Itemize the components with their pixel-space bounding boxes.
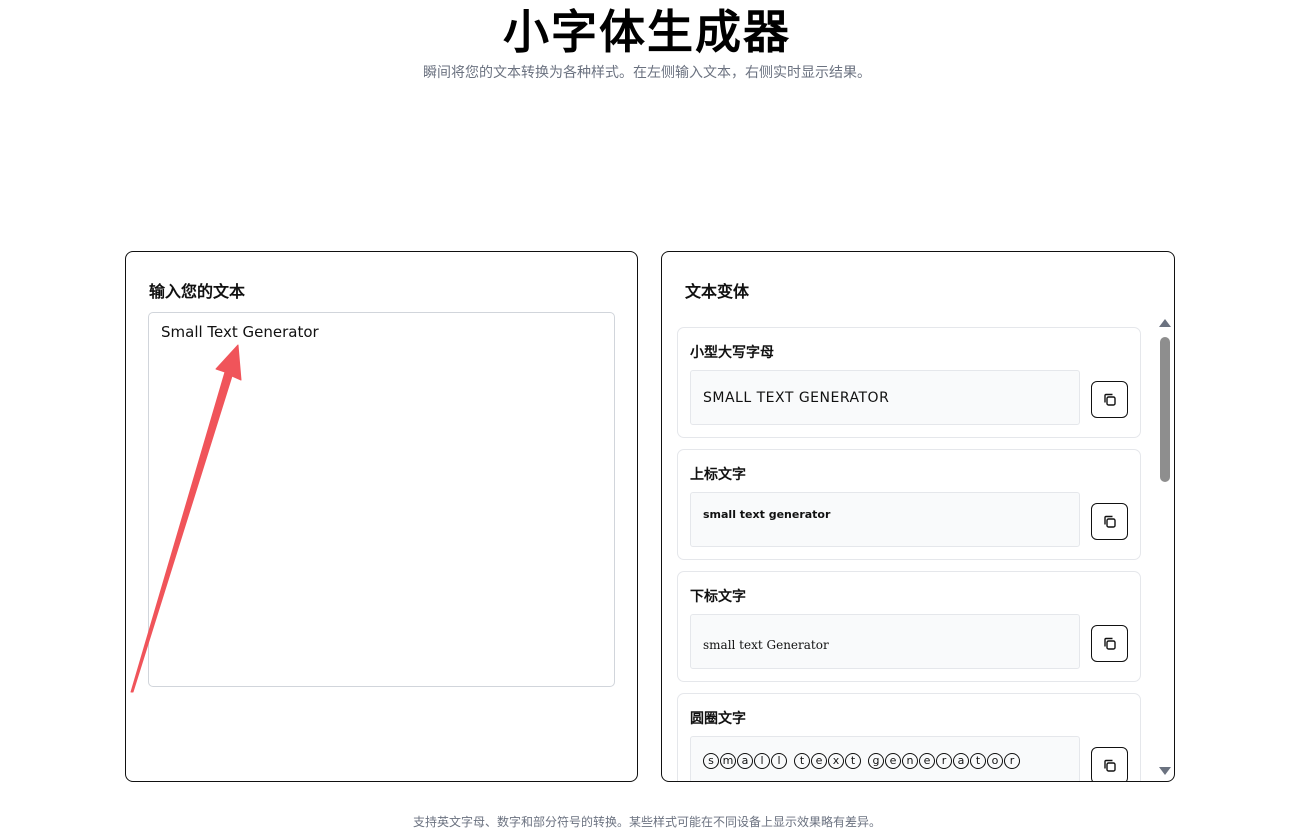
scroll-thumb[interactable]	[1160, 337, 1170, 482]
scroll-up-arrow-icon[interactable]	[1159, 319, 1171, 327]
circled-glyph: o	[987, 753, 1003, 769]
copy-button[interactable]	[1091, 747, 1128, 781]
input-panel: 输入您的文本	[125, 251, 638, 782]
copy-icon	[1103, 637, 1116, 650]
circled-glyph: e	[919, 753, 935, 769]
variants-scrollbar[interactable]	[1157, 317, 1173, 781]
variant-label: 下标文字	[690, 589, 746, 605]
copy-icon	[1103, 515, 1116, 528]
footer-note: 支持英文字母、数字和部分符号的转换。某些样式可能在不同设备上显示效果略有差异。	[412, 815, 881, 829]
variant-label: 圆圈文字	[690, 711, 746, 727]
variant-label: 上标文字	[690, 467, 746, 483]
circled-glyph: n	[902, 753, 918, 769]
circled-glyph: a	[953, 753, 969, 769]
variant-output: small text generator	[690, 492, 1080, 547]
page-title: 小字体生成器	[503, 5, 791, 59]
circled-glyph: e	[885, 753, 901, 769]
circled-glyph: m	[720, 753, 736, 769]
copy-button[interactable]	[1091, 381, 1128, 418]
variant-card-subscript: 下标文字 small text Generator	[677, 571, 1141, 682]
scroll-down-arrow-icon[interactable]	[1159, 767, 1171, 775]
page-subtitle: 瞬间将您的文本转换为各种样式。在左侧输入文本，右侧实时显示结果。	[423, 65, 871, 81]
circled-glyph: e	[811, 753, 827, 769]
input-panel-heading: 输入您的文本	[149, 282, 246, 301]
variant-output: SMALL TEXT GENERATOR	[690, 370, 1080, 425]
circled-glyph: g	[868, 753, 884, 769]
variant-card-superscript: 上标文字 small text generator	[677, 449, 1141, 560]
circled-glyph: t	[845, 753, 861, 769]
circled-glyph: s	[703, 753, 719, 769]
circled-glyph: a	[737, 753, 753, 769]
circled-glyph: r	[1004, 753, 1020, 769]
variant-card-circled: 圆圈文字 smalltextgenerator	[677, 693, 1141, 781]
circled-glyph: t	[970, 753, 986, 769]
copy-button[interactable]	[1091, 503, 1128, 540]
copy-button[interactable]	[1091, 625, 1128, 662]
variant-card-small-caps: 小型大写字母 SMALL TEXT GENERATOR	[677, 327, 1141, 438]
text-input[interactable]	[148, 312, 615, 687]
circled-glyph: t	[794, 753, 810, 769]
variants-panel: 文本变体 小型大写字母 SMALL TEXT GENERATOR 上标文字 sm…	[661, 251, 1175, 782]
copy-icon	[1103, 393, 1116, 406]
variant-label: 小型大写字母	[690, 345, 774, 361]
variant-output: smalltextgenerator	[690, 736, 1080, 781]
copy-icon	[1103, 759, 1116, 772]
circled-glyph: r	[936, 753, 952, 769]
variant-output: small text Generator	[690, 614, 1080, 669]
circled-glyph: x	[828, 753, 844, 769]
variants-panel-heading: 文本变体	[685, 282, 750, 301]
circled-glyph: l	[754, 753, 770, 769]
variants-list[interactable]: 小型大写字母 SMALL TEXT GENERATOR 上标文字 small t…	[677, 327, 1142, 781]
circled-glyph: l	[771, 753, 787, 769]
